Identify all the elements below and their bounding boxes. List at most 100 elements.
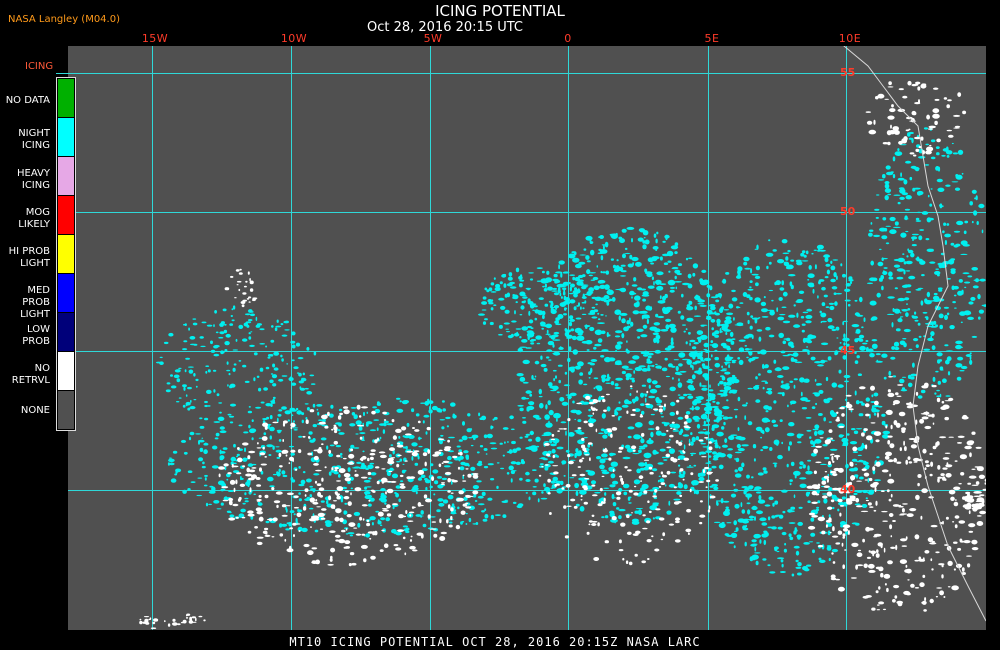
no-retrieval-speck xyxy=(343,496,350,500)
no-retrieval-speck xyxy=(336,454,341,458)
icing-speck xyxy=(714,349,718,352)
no-retrieval-speck xyxy=(347,462,355,465)
icing-speck xyxy=(595,385,602,390)
no-retrieval-speck xyxy=(674,539,681,543)
no-retrieval-speck xyxy=(905,564,908,568)
no-retrieval-speck xyxy=(715,479,719,482)
icing-speck xyxy=(512,448,518,454)
icing-speck xyxy=(830,265,836,271)
icing-speck xyxy=(702,428,707,430)
no-retrieval-speck xyxy=(899,559,908,564)
icing-speck xyxy=(646,358,651,362)
icing-speck xyxy=(185,402,188,407)
icing-speck xyxy=(636,301,640,307)
no-retrieval-speck xyxy=(864,479,868,481)
icing-speck xyxy=(572,349,578,355)
no-retrieval-speck xyxy=(595,428,598,433)
icing-speck xyxy=(291,382,297,386)
icing-speck xyxy=(364,486,368,490)
no-retrieval-speck xyxy=(367,531,375,534)
icing-speck xyxy=(298,483,305,487)
no-retrieval-speck xyxy=(547,492,551,495)
no-retrieval-speck xyxy=(620,522,626,527)
no-retrieval-speck xyxy=(901,545,907,547)
icing-speck xyxy=(781,531,787,536)
icing-speck xyxy=(807,500,811,504)
page-title: ICING POTENTIAL xyxy=(435,2,565,20)
icing-speck xyxy=(270,339,275,343)
no-retrieval-speck xyxy=(356,404,361,410)
icing-speck xyxy=(942,230,945,234)
no-retrieval-speck xyxy=(405,510,408,514)
no-retrieval-speck xyxy=(191,621,197,623)
icing-speck xyxy=(398,498,402,503)
icing-speck xyxy=(569,318,575,322)
icing-speck xyxy=(716,431,724,437)
icing-speck xyxy=(886,313,895,315)
icing-speck xyxy=(175,468,182,473)
icing-speck xyxy=(539,463,544,466)
icing-speck xyxy=(885,242,890,245)
no-retrieval-speck xyxy=(890,493,893,498)
icing-speck xyxy=(841,444,848,446)
icing-speck xyxy=(872,409,880,413)
no-retrieval-speck xyxy=(339,412,343,416)
no-retrieval-speck xyxy=(888,498,892,502)
icing-speck xyxy=(291,331,296,336)
no-retrieval-speck xyxy=(646,520,651,524)
icing-speck xyxy=(720,395,724,397)
icing-speck xyxy=(718,522,726,529)
icing-speck xyxy=(339,452,343,456)
icing-speck xyxy=(657,462,664,465)
icing-speck xyxy=(614,335,621,338)
no-retrieval-speck xyxy=(295,468,298,471)
map-panel[interactable]: 55 50 45 40 xyxy=(68,46,986,630)
icing-speck xyxy=(669,386,676,392)
icing-speck xyxy=(448,436,455,439)
icing-speck xyxy=(313,351,317,356)
icing-speck xyxy=(892,375,897,378)
icing-speck xyxy=(528,438,533,442)
icing-speck xyxy=(855,400,860,405)
no-retrieval-speck xyxy=(336,495,341,500)
no-retrieval-speck xyxy=(929,452,933,456)
icing-speck xyxy=(892,156,896,162)
icing-speck xyxy=(687,273,692,279)
icing-speck xyxy=(900,232,907,238)
icing-speck xyxy=(733,317,735,321)
no-retrieval-speck xyxy=(870,422,876,424)
no-retrieval-speck xyxy=(400,483,405,486)
icing-speck xyxy=(590,367,593,374)
no-retrieval-speck xyxy=(426,426,431,431)
no-retrieval-speck xyxy=(580,499,583,501)
icing-speck xyxy=(487,497,493,501)
icing-speck xyxy=(651,276,655,281)
no-retrieval-speck xyxy=(585,395,591,400)
no-retrieval-speck xyxy=(875,439,880,443)
no-retrieval-speck xyxy=(382,509,389,512)
icing-speck xyxy=(762,558,767,561)
no-retrieval-speck xyxy=(941,400,945,404)
icing-speck xyxy=(929,203,933,207)
no-retrieval-speck xyxy=(381,468,386,470)
icing-speck xyxy=(651,380,658,385)
no-retrieval-speck xyxy=(877,542,883,547)
swatch-heavy-icing xyxy=(58,157,74,195)
no-retrieval-speck xyxy=(242,292,247,295)
icing-speck xyxy=(204,477,207,481)
icing-speck xyxy=(253,493,256,496)
no-retrieval-speck xyxy=(958,520,966,524)
icing-speck xyxy=(790,506,796,510)
no-retrieval-speck xyxy=(334,516,340,522)
icing-speck xyxy=(170,374,173,377)
icing-speck xyxy=(906,303,908,305)
no-retrieval-speck xyxy=(586,531,590,535)
no-retrieval-speck xyxy=(898,411,906,417)
no-retrieval-speck xyxy=(915,82,919,86)
icing-speck xyxy=(764,364,769,369)
icing-speck xyxy=(198,440,200,445)
no-retrieval-speck xyxy=(393,544,399,547)
icing-speck xyxy=(793,324,801,328)
icing-speck xyxy=(814,361,822,364)
no-retrieval-speck xyxy=(978,474,986,479)
